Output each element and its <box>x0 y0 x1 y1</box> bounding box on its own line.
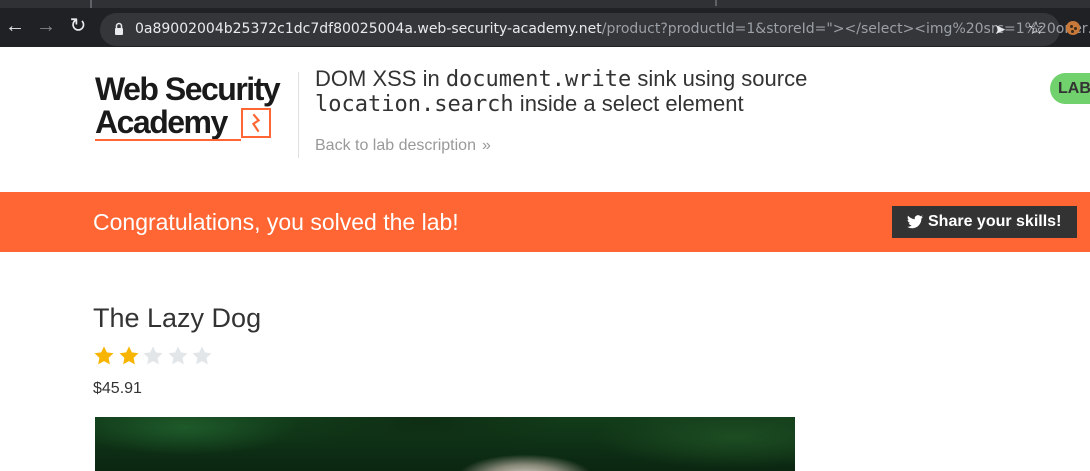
star-empty-icon <box>192 346 212 365</box>
star-filled-icon <box>119 346 138 365</box>
send-icon[interactable]: ➤ <box>994 21 1006 38</box>
lab-title-text: sink using source <box>631 66 808 91</box>
extension-icon[interactable] <box>1066 21 1080 35</box>
twitter-icon <box>907 215 923 229</box>
logo-line1: Web Security <box>95 71 281 107</box>
web-security-academy-logo[interactable]: Web Security Academy <box>95 71 295 143</box>
back-to-lab-description-link[interactable]: Back to lab description » <box>315 137 491 155</box>
forward-arrow-icon[interactable]: → <box>36 16 56 36</box>
lab-title-code: location.search <box>315 92 514 117</box>
back-arrow-icon[interactable]: ← <box>5 16 25 36</box>
star-empty-icon <box>143 346 163 365</box>
tab-strip <box>0 0 1090 8</box>
share-skills-button[interactable]: Share your skills! <box>892 206 1077 238</box>
url-path: /product?productId=1&storeId="></select>… <box>601 21 1090 37</box>
share-skills-label: Share your skills! <box>928 213 1062 230</box>
logo-bolt-icon <box>241 108 271 138</box>
product-price: $45.91 <box>93 380 142 397</box>
lab-title: DOM XSS in document.write sink using sou… <box>315 67 935 117</box>
tab-divider <box>90 0 92 8</box>
lab-header: Web Security Academy DOM XSS in document… <box>0 47 1090 192</box>
double-chevron-right-icon: » <box>482 137 491 154</box>
solved-banner: Congratulations, you solved the lab! Sha… <box>0 192 1090 252</box>
reload-icon[interactable]: ↻ <box>68 16 88 36</box>
address-bar[interactable]: 0a89002004b25372c1dc7df80025004a.web-sec… <box>100 13 1090 46</box>
logo-line2: Academy <box>95 104 228 140</box>
browser-toolbar: ← → ↻ 0a89002004b25372c1dc7df80025004a.w… <box>0 0 1090 47</box>
tab-divider <box>715 0 717 6</box>
star-filled-icon <box>94 346 114 365</box>
lock-icon[interactable] <box>114 22 124 36</box>
lab-title-text: inside a select element <box>513 91 744 116</box>
product-title: The Lazy Dog <box>93 303 262 333</box>
back-link-label: Back to lab description <box>315 137 476 154</box>
lab-title-text: DOM XSS in <box>315 66 446 91</box>
star-empty-icon <box>168 346 187 365</box>
product-image <box>95 417 795 471</box>
header-divider <box>298 72 299 158</box>
logo-underline <box>95 139 241 141</box>
product-section: The Lazy Dog $45.91 <box>0 252 1090 471</box>
url-text[interactable]: 0a89002004b25372c1dc7df80025004a.web-sec… <box>135 21 1090 37</box>
lab-title-code: document.write <box>445 67 632 92</box>
url-host: 0a89002004b25372c1dc7df80025004a.web-sec… <box>135 21 602 37</box>
lab-status-badge: LAB <box>1050 73 1090 104</box>
solved-message: Congratulations, you solved the lab! <box>93 209 459 235</box>
star-icon[interactable]: ☆ <box>1028 18 1044 39</box>
